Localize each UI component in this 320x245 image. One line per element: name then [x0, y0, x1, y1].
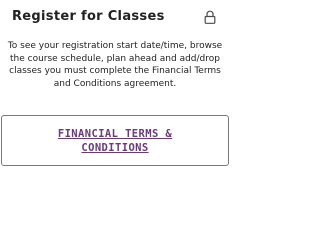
card-title: Register for Classes: [12, 9, 165, 24]
financial-terms-link[interactable]: FINANCIAL TERMS & CONDITIONS: [40, 127, 190, 155]
registration-description: To see your registration start date/time…: [7, 41, 223, 89]
lock-icon: [204, 9, 216, 24]
register-classes-card: Register for Classes To see your registr…: [0, 0, 230, 245]
financial-terms-button[interactable]: FINANCIAL TERMS & CONDITIONS: [1, 115, 229, 166]
card-header: Register for Classes: [12, 9, 218, 27]
